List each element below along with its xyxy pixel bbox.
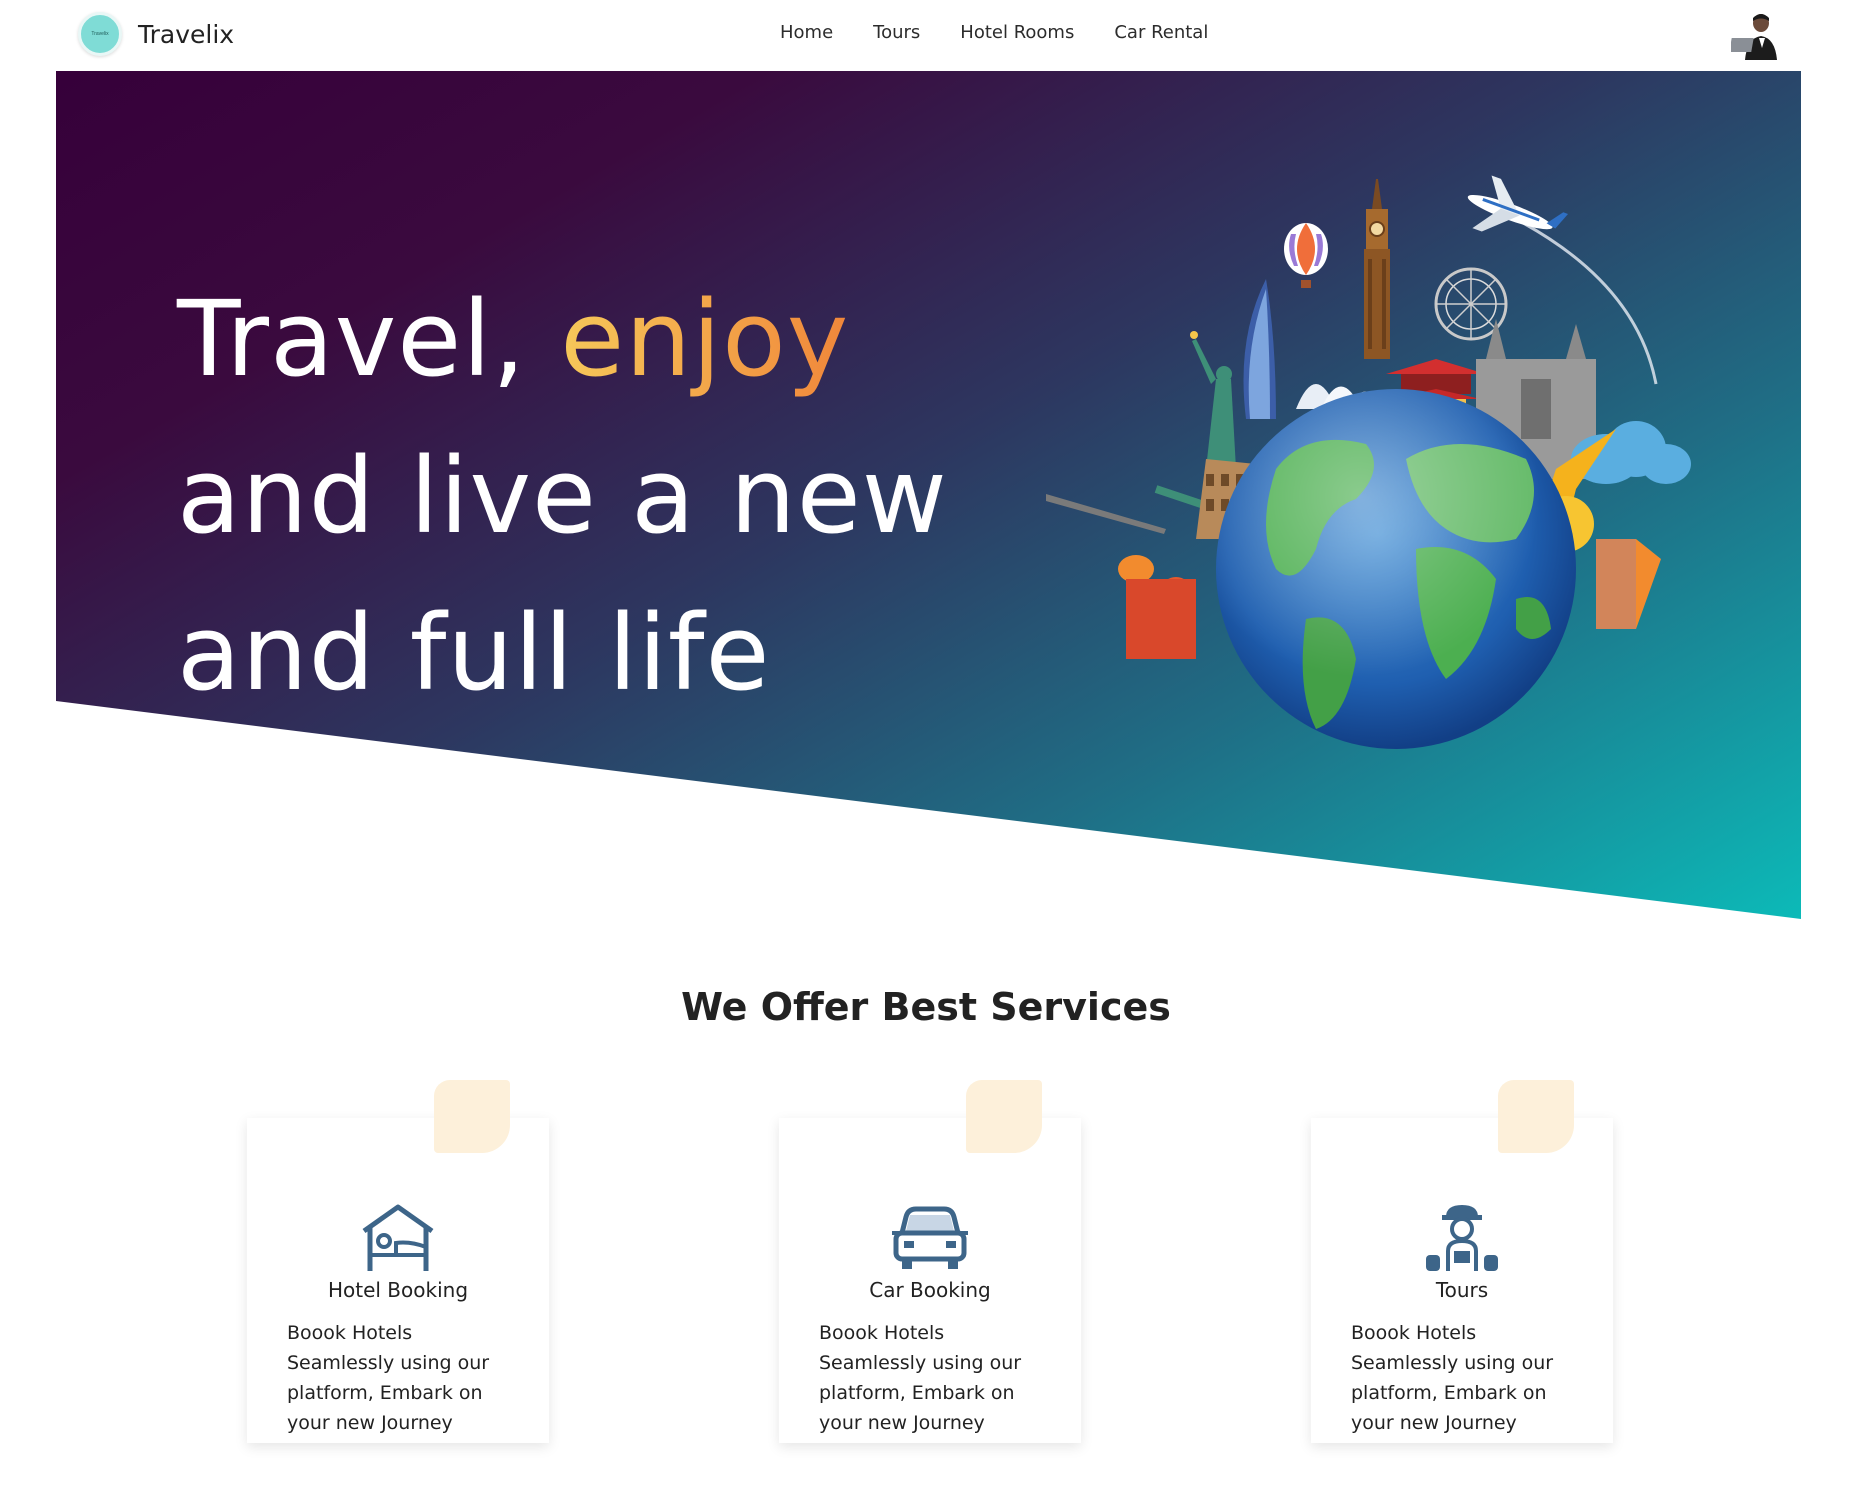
hero-heading: Travel, enjoy and live a new and full li… bbox=[177, 261, 948, 732]
hero-accent-word: enjoy bbox=[560, 278, 850, 400]
hero-line-1: Travel, enjoy bbox=[177, 278, 849, 400]
hero-line-1-text: Travel, bbox=[177, 278, 527, 400]
navbar: Travelix Travelix Home Tours Hotel Rooms… bbox=[0, 0, 1852, 71]
service-card-description: Boook Hotels Seamlessly using our platfo… bbox=[287, 1322, 490, 1434]
car-icon bbox=[892, 1206, 968, 1269]
hero-line-2: and live a new bbox=[177, 435, 948, 557]
nav-link-car-rental[interactable]: Car Rental bbox=[1114, 22, 1208, 43]
card-corner-decoration bbox=[434, 1080, 510, 1153]
nav-link-hotel-rooms[interactable]: Hotel Rooms bbox=[960, 22, 1074, 43]
service-card-hotel[interactable]: Hotel Booking Boook Hotels Seamlessly us… bbox=[247, 1080, 549, 1443]
nav-links: Home Tours Hotel Rooms Car Rental bbox=[780, 22, 1208, 43]
logo-text: Travelix bbox=[91, 31, 109, 37]
hero-line-3: and full life bbox=[177, 592, 771, 714]
sail-tower bbox=[1243, 279, 1276, 419]
services-title: We Offer Best Services bbox=[681, 985, 1171, 1029]
service-card-title: Hotel Booking bbox=[327, 1278, 469, 1302]
service-card-title: Tours bbox=[1435, 1278, 1489, 1302]
indian-temple bbox=[1596, 539, 1661, 629]
card-corner-decoration bbox=[1498, 1080, 1574, 1153]
brand-logo: Travelix bbox=[78, 12, 122, 56]
user-avatar[interactable] bbox=[1731, 8, 1783, 60]
service-card-car[interactable]: Car Booking Boook Hotels Seamlessly usin… bbox=[779, 1080, 1081, 1443]
hero-banner: Travel, enjoy and live a new and full li… bbox=[56, 71, 1801, 919]
service-card-description: Boook Hotels Seamlessly using our platfo… bbox=[1351, 1322, 1554, 1434]
hot-air-balloon-icon bbox=[1284, 223, 1328, 288]
service-card-title: Car Booking bbox=[869, 1278, 991, 1302]
service-card-description: Boook Hotels Seamlessly using our platfo… bbox=[819, 1322, 1022, 1434]
nav-item-hotel-rooms: Hotel Rooms bbox=[960, 22, 1074, 43]
user-avatar-image bbox=[1731, 8, 1783, 60]
hotel-bed-icon bbox=[362, 1204, 434, 1271]
nav-link-tours[interactable]: Tours bbox=[873, 22, 920, 43]
nav-item-home: Home bbox=[780, 22, 833, 43]
globe-landmarks-illustration bbox=[1046, 175, 1691, 749]
onion-domes bbox=[1118, 555, 1196, 659]
tour-guide-icon bbox=[1426, 1205, 1498, 1271]
nav-link-home[interactable]: Home bbox=[780, 22, 833, 43]
nav-item-tours: Tours bbox=[873, 22, 920, 43]
nav-item-car-rental: Car Rental bbox=[1114, 22, 1208, 43]
earth-globe bbox=[1216, 389, 1576, 749]
brand[interactable]: Travelix Travelix bbox=[78, 12, 234, 56]
service-card-tours[interactable]: Tours Boook Hotels Seamlessly using our … bbox=[1311, 1080, 1613, 1443]
card-corner-decoration bbox=[966, 1080, 1042, 1153]
eiffel-tower bbox=[1046, 494, 1166, 534]
airplane-icon bbox=[1467, 175, 1569, 232]
brand-name: Travelix bbox=[138, 19, 235, 49]
big-ben-tower bbox=[1364, 179, 1390, 359]
